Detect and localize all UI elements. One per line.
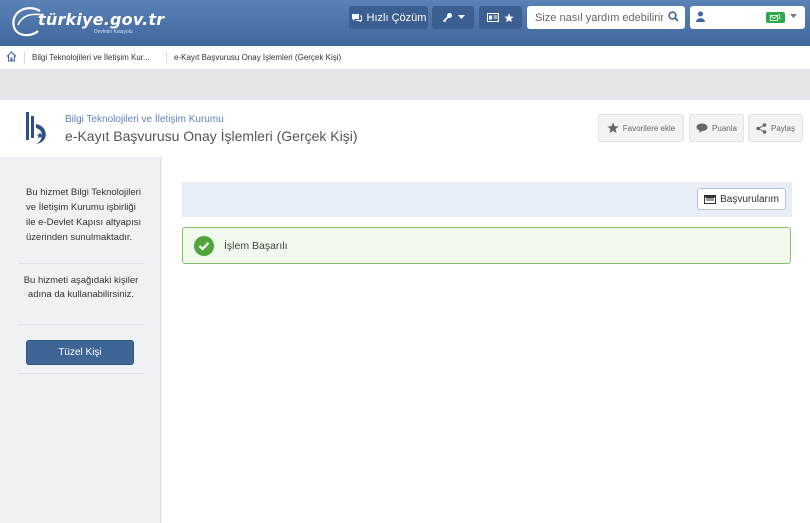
user-menu[interactable]: 1: [690, 6, 805, 29]
service-provider-info: Bu hizmet Bilgi Teknolojileri ve İletişi…: [26, 187, 142, 243]
search-box[interactable]: [527, 6, 685, 29]
mail-count: 1: [777, 14, 782, 21]
main-content: Başvurularım İşlem Başarılı: [162, 157, 810, 523]
star-icon: [504, 12, 514, 22]
share-icon: [756, 122, 767, 134]
hizli-cozum-button[interactable]: Hızlı Çözüm: [349, 6, 428, 29]
basvurularim-label: Başvurularım: [720, 193, 779, 205]
speech-bubble-icon: [696, 123, 708, 133]
breadcrumb-separator: [24, 52, 25, 64]
service-header: Bilgi Teknolojileri ve İletişim Kurumu e…: [0, 100, 810, 157]
share-button[interactable]: Paylaş: [748, 114, 803, 142]
list-icon: [704, 194, 717, 204]
id-card-favorites-button[interactable]: [479, 6, 522, 29]
chevron-down-icon[interactable]: [790, 14, 797, 19]
add-to-favorites-label: Favorilere ekle: [622, 123, 676, 133]
breadcrumb-current-page: e-Kayıt Başvurusu Onay İşlemleri (Gerçek…: [174, 53, 342, 62]
mail-icon: [769, 14, 778, 21]
search-input[interactable]: [535, 11, 663, 24]
key-menu-button[interactable]: [432, 6, 474, 29]
page-title: e-Kayıt Başvurusu Onay İşlemleri (Gerçek…: [65, 128, 358, 144]
btk-institution-logo: [26, 112, 46, 144]
breadcrumb-institution-link[interactable]: Bilgi Teknolojileri ve İletişim Kur...: [32, 53, 150, 62]
chevron-down-icon: [457, 15, 465, 19]
tuzel-kisi-button[interactable]: Tüzel Kişi: [26, 340, 134, 365]
search-icon[interactable]: [668, 11, 679, 22]
logo-text: türkiye.gov.tr: [38, 10, 165, 29]
key-icon: [442, 13, 452, 23]
success-alert: İşlem Başarılı: [182, 227, 791, 264]
sidebar-divider: [18, 324, 144, 325]
turkiye-gov-logo[interactable]: türkiye.gov.tr Devletin Kısayolu: [8, 5, 164, 39]
rate-label: Puanla: [712, 123, 737, 133]
check-circle-icon: [194, 236, 214, 256]
breadcrumb-separator: [166, 52, 167, 64]
logo-subtitle: Devletin Kısayolu: [94, 29, 133, 35]
basvurularim-button[interactable]: Başvurularım: [697, 188, 786, 210]
success-message: İşlem Başarılı: [224, 240, 288, 252]
institution-name[interactable]: Bilgi Teknolojileri ve İletişim Kurumu: [65, 114, 224, 125]
on-behalf-info: Bu hizmeti aşağıdaki kişiler adına da ku…: [23, 275, 139, 300]
id-card-icon: [487, 13, 499, 22]
rate-button[interactable]: Puanla: [689, 114, 744, 142]
home-icon[interactable]: [6, 51, 17, 62]
sidebar: Bu hizmet Bilgi Teknolojileri ve İletişi…: [0, 157, 161, 523]
star-icon: [607, 122, 619, 134]
add-to-favorites-button[interactable]: Favorilere ekle: [598, 114, 684, 142]
spacer-band: [0, 70, 810, 100]
top-navbar: türkiye.gov.tr Devletin Kısayolu Hızlı Ç…: [0, 0, 810, 46]
chat-icon: [351, 14, 362, 22]
user-icon: [696, 11, 705, 22]
sidebar-divider: [18, 373, 144, 374]
sidebar-divider: [18, 263, 144, 264]
action-bar: Başvurularım: [182, 182, 792, 217]
breadcrumb: Bilgi Teknolojileri ve İletişim Kur... e…: [0, 46, 810, 70]
share-label: Paylaş: [770, 123, 795, 133]
mail-notification-badge[interactable]: 1: [766, 12, 785, 23]
hizli-cozum-label: Hızlı Çözüm: [366, 11, 427, 24]
